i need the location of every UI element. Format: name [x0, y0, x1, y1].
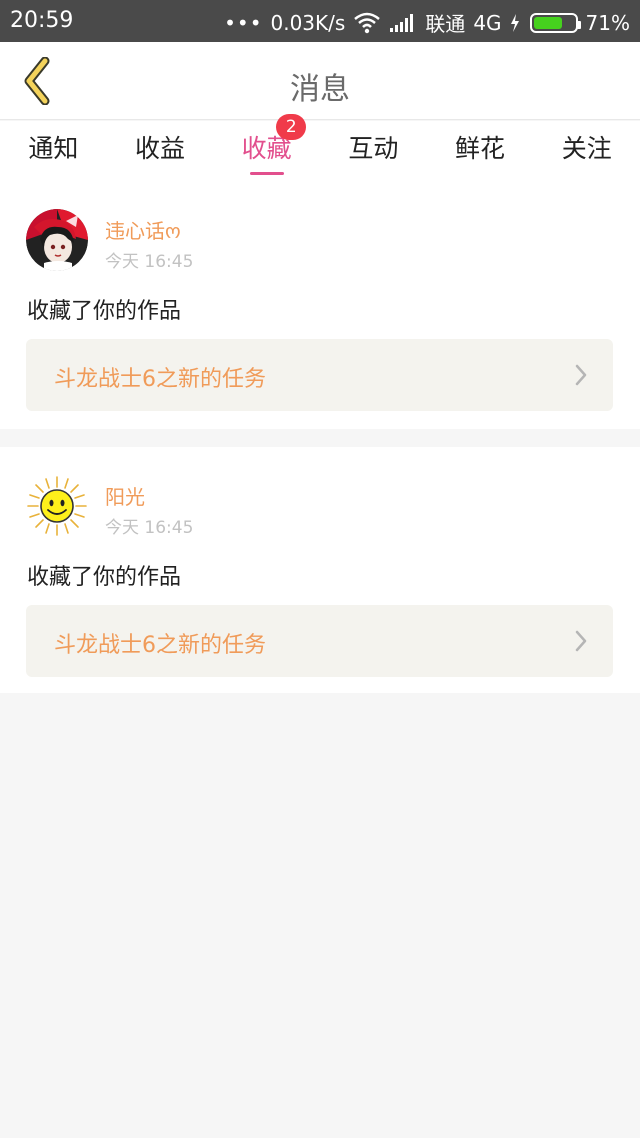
signal-icon [390, 13, 414, 32]
tab-interactions[interactable]: 互动 [320, 121, 427, 181]
chevron-right-icon [575, 630, 587, 652]
avatar[interactable] [26, 209, 88, 271]
app-header: 消息 [0, 42, 640, 120]
avatar[interactable] [26, 475, 88, 537]
active-tab-indicator [249, 172, 284, 175]
tab-label: 互动 [348, 134, 399, 163]
message-card: 阳光 今天 16:45 收藏了你的作品 斗龙战士6之新的任务 [0, 447, 640, 693]
tab-flowers[interactable]: 鲜花 [427, 121, 534, 181]
username[interactable]: 阳光 [105, 481, 145, 510]
tab-earnings[interactable]: 收益 [107, 121, 214, 181]
message-action-text: 收藏了你的作品 [27, 565, 182, 590]
chevron-right-icon [575, 364, 587, 386]
status-time: 20:59 [10, 8, 74, 33]
tab-label: 收益 [135, 134, 186, 163]
wifi-icon [354, 12, 381, 33]
battery-icon [529, 12, 581, 33]
page-title: 消息 [290, 72, 350, 107]
tab-following[interactable]: 关注 [533, 121, 640, 181]
work-title: 斗龙战士6之新的任务 [54, 367, 266, 392]
tab-label: 关注 [561, 134, 612, 163]
tab-favorites[interactable]: 收藏 2 [213, 114, 320, 181]
carrier-name: 联通 [425, 12, 466, 36]
network-type: 4G [473, 10, 502, 35]
battery-percent: 71% [585, 10, 630, 35]
network-speed: 0.03K/s [270, 10, 346, 35]
tab-label: 通知 [28, 134, 79, 163]
charging-icon [510, 13, 519, 32]
anime-girl-avatar-icon [26, 209, 88, 271]
sun-avatar-icon [26, 475, 88, 537]
unread-badge: 2 [276, 114, 307, 140]
status-bar: 20:59 ••• 0.03K/s 联通 4G 71% [0, 0, 640, 42]
message-time: 今天 16:45 [105, 518, 194, 538]
battery-cap [576, 20, 581, 29]
tab-label: 鲜花 [455, 134, 506, 163]
status-indicators: ••• 0.03K/s 联通 4G 71% [224, 8, 630, 37]
work-link[interactable]: 斗龙战士6之新的任务 [26, 605, 613, 677]
tab-bar: 通知 收益 收藏 2 互动 鲜花 关注 [0, 114, 640, 181]
tab-notifications[interactable]: 通知 [0, 121, 107, 181]
work-title: 斗龙战士6之新的任务 [54, 633, 266, 658]
notification-dots: ••• [224, 10, 263, 35]
message-action-text: 收藏了你的作品 [27, 299, 182, 324]
work-link[interactable]: 斗龙战士6之新的任务 [26, 339, 613, 411]
battery-fill [533, 16, 562, 29]
username[interactable]: 违心话ო [105, 215, 181, 244]
message-card: 违心话ო 今天 16:45 收藏了你的作品 斗龙战士6之新的任务 [0, 181, 640, 429]
message-time: 今天 16:45 [105, 252, 194, 272]
